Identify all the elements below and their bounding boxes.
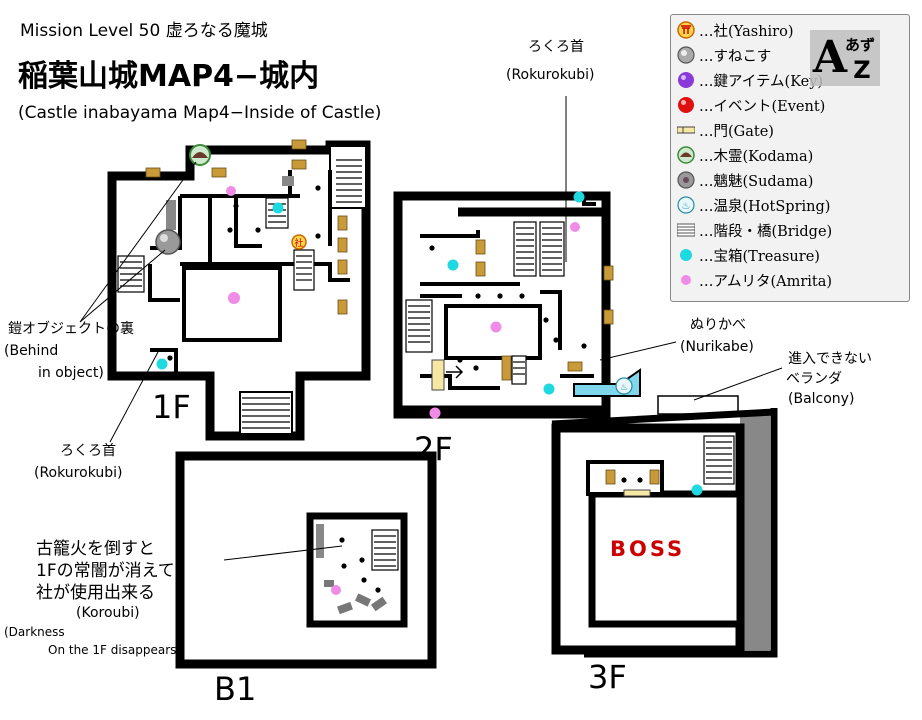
floor-2f-map: ♨ xyxy=(393,96,677,419)
svg-text:社: 社 xyxy=(294,237,303,249)
legend-label: …階段・橋(Bridge) xyxy=(699,224,833,240)
armor-object-label: 鎧オブジェクトの裏 xyxy=(8,321,134,337)
legend-label: …アムリタ(Amrita) xyxy=(699,274,833,290)
legend-label: …すねこす xyxy=(699,49,772,65)
floor-label-1f: 1F xyxy=(152,388,191,426)
svg-text:♨: ♨ xyxy=(682,201,691,212)
koroubi-note-2: 1Fの常闇が消えて xyxy=(36,561,175,581)
floor-label-b1: B1 xyxy=(214,670,257,708)
rokurokubi-2f-en: (Rokurokubi) xyxy=(506,67,595,83)
az-logo-icon: A あず Z xyxy=(810,30,880,86)
koroubi-note-3: 社が使用出来る xyxy=(36,583,155,603)
legend-label: …魑魅(Sudama) xyxy=(699,174,814,190)
legend-label: …木霊(Kodama) xyxy=(699,149,814,165)
sunekosuri-icon xyxy=(677,46,695,64)
treasure-icon xyxy=(680,249,692,261)
mission-label: Mission Level 50 虚ろなる魔城 xyxy=(20,21,268,41)
legend-label: …門(Gate) xyxy=(699,124,774,140)
floor-label-3f: 3F xyxy=(588,658,627,696)
legend-label: …社(Yashiro) xyxy=(699,24,794,40)
key-item-icon xyxy=(678,72,694,88)
bridge-icon xyxy=(677,223,695,237)
armor-object-en1: (Behind xyxy=(4,343,59,359)
boss-label: BOSS xyxy=(610,537,686,561)
koroubi-en: (Koroubi) xyxy=(76,605,140,621)
hotspring-icon: ♨ xyxy=(677,196,695,214)
svg-text:A: A xyxy=(812,32,848,83)
rokurokubi-1f-label: ろくろ首 xyxy=(60,443,116,459)
rokurokubi-1f-en: (Rokurokubi) xyxy=(34,465,123,481)
event-icon xyxy=(678,97,694,113)
legend-label: …鍵アイテム(Key) xyxy=(699,74,824,90)
armor-object-en2: in object) xyxy=(38,365,104,381)
balcony-label-1: 進入できない xyxy=(788,351,872,367)
balcony-en: (Balcony) xyxy=(788,391,855,407)
svg-text:Z: Z xyxy=(853,56,870,84)
floor-b1-map xyxy=(175,451,437,669)
legend-label: …宝箱(Treasure) xyxy=(699,249,820,265)
svg-text:♨: ♨ xyxy=(620,383,628,393)
legend-label: …温泉(HotSpring) xyxy=(699,199,831,215)
rokurokubi-2f-label: ろくろ首 xyxy=(528,39,584,55)
darkness-en-1: (Darkness xyxy=(4,625,65,639)
gate-icon xyxy=(677,126,695,134)
kodama-icon xyxy=(677,146,695,164)
svg-text:あず: あず xyxy=(845,36,875,54)
sudama-icon xyxy=(677,171,695,189)
nurikabe-en: (Nurikabe) xyxy=(680,339,754,355)
page-title: 稲葉山城MAP4−城内 xyxy=(18,59,320,94)
page-subtitle: (Castle inabayama Map4−Inside of Castle) xyxy=(18,103,382,123)
legend-label: …イベント(Event) xyxy=(699,99,826,115)
balcony-label-2: ベランダ xyxy=(786,371,842,387)
floor-1f-map: 社 xyxy=(79,139,371,443)
floor-label-2f: 2F xyxy=(414,430,453,468)
shrine-icon xyxy=(677,21,695,39)
nurikabe-label: ぬりかべ xyxy=(690,317,746,333)
amrita-icon xyxy=(681,275,691,285)
darkness-en-2: On the 1F disappears) xyxy=(48,643,182,657)
koroubi-note-1: 古籠火を倒すと xyxy=(36,539,155,559)
